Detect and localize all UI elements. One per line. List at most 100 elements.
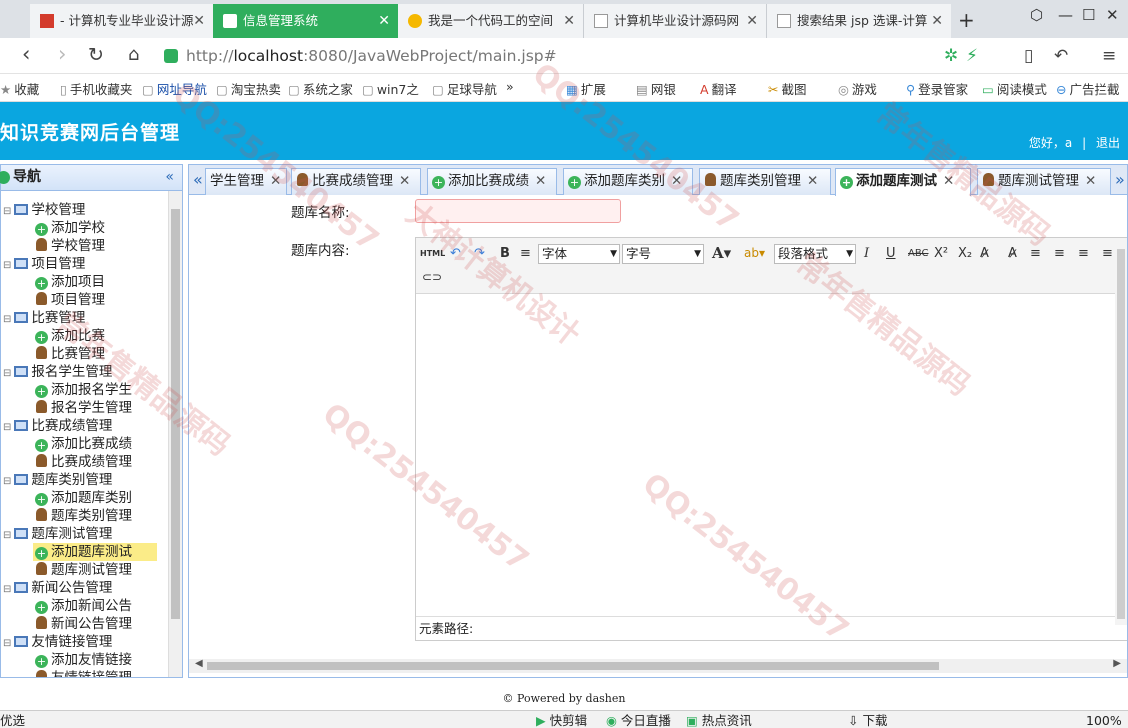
- collapse-toggle-icon[interactable]: ⊟: [3, 257, 11, 275]
- bookmark-favorites[interactable]: ★ 收藏: [0, 79, 39, 98]
- sidebar-item[interactable]: + 添加学校: [33, 219, 107, 237]
- sidebar-group[interactable]: ⊟ 比赛管理: [3, 309, 85, 327]
- browser-tab-2[interactable]: 信息管理系统 ✕: [213, 4, 398, 38]
- sidebar-item[interactable]: + 添加项目: [33, 273, 107, 291]
- test-name-input[interactable]: [415, 199, 621, 223]
- tab-add-test[interactable]: + 添加题库测试 ✕: [835, 168, 971, 196]
- sidebar-item[interactable]: + 添加新闻公告: [33, 597, 134, 615]
- collapse-toggle-icon[interactable]: ⊟: [3, 311, 11, 329]
- sidebar-group[interactable]: ⊟ 项目管理: [3, 255, 85, 273]
- back-icon[interactable]: ‹: [22, 42, 30, 66]
- ext-screenshot[interactable]: ✂ 截图: [768, 79, 807, 98]
- close-tab-icon[interactable]: ✕: [746, 4, 758, 38]
- format-brush-icon[interactable]: A̷: [980, 246, 989, 261]
- status-clip[interactable]: ▶ 快剪辑: [536, 712, 587, 728]
- ext-login[interactable]: ⚲ 登录管家: [906, 79, 968, 98]
- superscript-icon[interactable]: X²: [934, 246, 948, 261]
- collapse-toggle-icon[interactable]: ⊟: [3, 527, 11, 545]
- undo-icon[interactable]: ↶: [1054, 46, 1068, 66]
- speed-mode-icon[interactable]: ✲: [944, 46, 958, 66]
- collapse-toggle-icon[interactable]: ⊟: [3, 419, 11, 437]
- ext-reading[interactable]: ▭ 阅读模式: [982, 79, 1047, 98]
- ext-bank[interactable]: ▤ 网银: [636, 79, 676, 98]
- collapse-toggle-icon[interactable]: ⊟: [3, 203, 11, 221]
- logout-link[interactable]: 退出: [1096, 136, 1120, 150]
- sidebar-item[interactable]: + 添加友情链接: [33, 651, 134, 669]
- collapse-toggle-icon[interactable]: ⊟: [3, 635, 11, 653]
- bold-icon[interactable]: B: [500, 246, 510, 261]
- scroll-thumb[interactable]: [171, 209, 180, 619]
- lightning-icon[interactable]: ⚡: [966, 46, 978, 66]
- status-download[interactable]: ⇩ 下载: [848, 712, 887, 728]
- paragraph-format-select[interactable]: 段落格式 ▼: [774, 244, 856, 264]
- content-scrollbar[interactable]: [1115, 245, 1127, 625]
- status-preferred[interactable]: 优选: [0, 712, 25, 728]
- sidebar-group[interactable]: ⊟ 新闻公告管理: [3, 579, 112, 597]
- justify-icon[interactable]: ≡: [1102, 246, 1113, 261]
- tabs-scroll-left-icon[interactable]: «: [193, 170, 203, 189]
- sidebar-scrollbar[interactable]: [168, 191, 182, 677]
- ext-games[interactable]: ◎ 游戏: [838, 79, 877, 98]
- italic-icon[interactable]: I: [864, 246, 869, 261]
- sidebar-item[interactable]: + 添加比赛: [33, 327, 107, 345]
- skin-icon[interactable]: ⬡: [1030, 6, 1043, 24]
- sidebar-group[interactable]: ⊟ 题库类别管理: [3, 471, 112, 489]
- editor-body[interactable]: [416, 294, 1127, 612]
- bookmark-nav[interactable]: ▢ 网址导航: [142, 79, 207, 98]
- url-input[interactable]: http://localhost:8080/JavaWebProject/mai…: [164, 44, 1012, 68]
- sidebar-item[interactable]: 学校管理: [33, 237, 107, 255]
- new-tab-icon[interactable]: +: [958, 8, 975, 32]
- close-tab-icon[interactable]: ✕: [378, 4, 390, 38]
- align-left-icon[interactable]: ≡: [1030, 246, 1041, 261]
- scroll-left-icon[interactable]: ◀: [195, 658, 203, 669]
- sidebar-item[interactable]: 题库测试管理: [33, 561, 134, 579]
- close-tab-icon[interactable]: ✕: [1085, 173, 1096, 189]
- sidebar-item[interactable]: + 添加题库测试: [33, 543, 157, 561]
- sidebar-group[interactable]: ⊟ 报名学生管理: [3, 363, 112, 381]
- forward-icon[interactable]: ›: [58, 42, 66, 66]
- highlight-icon[interactable]: ab▾: [744, 246, 765, 260]
- sidebar-item[interactable]: 报名学生管理: [33, 399, 134, 417]
- font-color-icon[interactable]: A▾: [712, 244, 731, 262]
- collapse-toggle-icon[interactable]: ⊟: [3, 581, 11, 599]
- close-tab-icon[interactable]: ✕: [399, 173, 410, 189]
- close-tab-icon[interactable]: ✕: [943, 173, 954, 189]
- close-window-icon[interactable]: ✕: [1106, 6, 1119, 24]
- bookmark-mobile[interactable]: ▯ 手机收藏夹: [60, 79, 132, 98]
- browser-tab-4[interactable]: 计算机毕业设计源码网 ✕: [583, 4, 766, 38]
- redo-icon[interactable]: ↷: [474, 246, 485, 261]
- ext-translate[interactable]: A 翻译: [700, 79, 737, 98]
- collapse-icon[interactable]: «: [165, 165, 174, 190]
- align-icon[interactable]: ≡: [520, 246, 531, 261]
- ext-extensions[interactable]: ▦ 扩展: [566, 79, 606, 98]
- html-source-button[interactable]: HTML: [420, 249, 445, 258]
- sidebar-item[interactable]: + 添加题库类别: [33, 489, 134, 507]
- close-tab-icon[interactable]: ✕: [671, 173, 682, 189]
- status-zoom[interactable]: 100%: [1086, 712, 1122, 728]
- close-tab-icon[interactable]: ✕: [193, 4, 205, 38]
- sidebar-item[interactable]: + 添加报名学生: [33, 381, 134, 399]
- tab-category-manage[interactable]: 题库类别管理 ✕: [699, 168, 831, 195]
- clear-format-icon[interactable]: A̷: [1008, 246, 1017, 261]
- tab-score-manage[interactable]: 比赛成绩管理 ✕: [291, 168, 421, 195]
- sidebar-item[interactable]: 项目管理: [33, 291, 107, 309]
- bookmark-taobao[interactable]: ▢ 淘宝热卖: [216, 79, 281, 98]
- tab-test-manage[interactable]: 题库测试管理 ✕: [977, 168, 1111, 195]
- ext-adblock[interactable]: ⊖ 广告拦截: [1056, 79, 1120, 98]
- close-tab-icon[interactable]: ✕: [535, 173, 546, 189]
- bookmark-football[interactable]: ▢ 足球导航: [432, 79, 497, 98]
- scroll-right-icon[interactable]: ▶: [1113, 658, 1121, 669]
- close-tab-icon[interactable]: ✕: [807, 173, 818, 189]
- bookmark-xtzj[interactable]: ▢ 系统之家: [288, 79, 353, 98]
- scroll-thumb[interactable]: [1117, 249, 1125, 619]
- tabs-scroll-right-icon[interactable]: »: [1115, 170, 1125, 189]
- undo-icon[interactable]: ↶: [450, 246, 461, 261]
- home-icon[interactable]: ⌂: [128, 44, 139, 65]
- close-tab-icon[interactable]: ✕: [563, 4, 575, 38]
- sidebar-item[interactable]: + 添加比赛成绩: [33, 435, 134, 453]
- bookmark-more[interactable]: »: [506, 79, 514, 94]
- status-live[interactable]: ◉ 今日直播: [606, 712, 671, 728]
- browser-tab-5[interactable]: 搜索结果 jsp 选课-计算 ✕: [766, 4, 951, 38]
- sidebar-item[interactable]: 题库类别管理: [33, 507, 134, 525]
- phone-icon[interactable]: ▯: [1024, 46, 1033, 66]
